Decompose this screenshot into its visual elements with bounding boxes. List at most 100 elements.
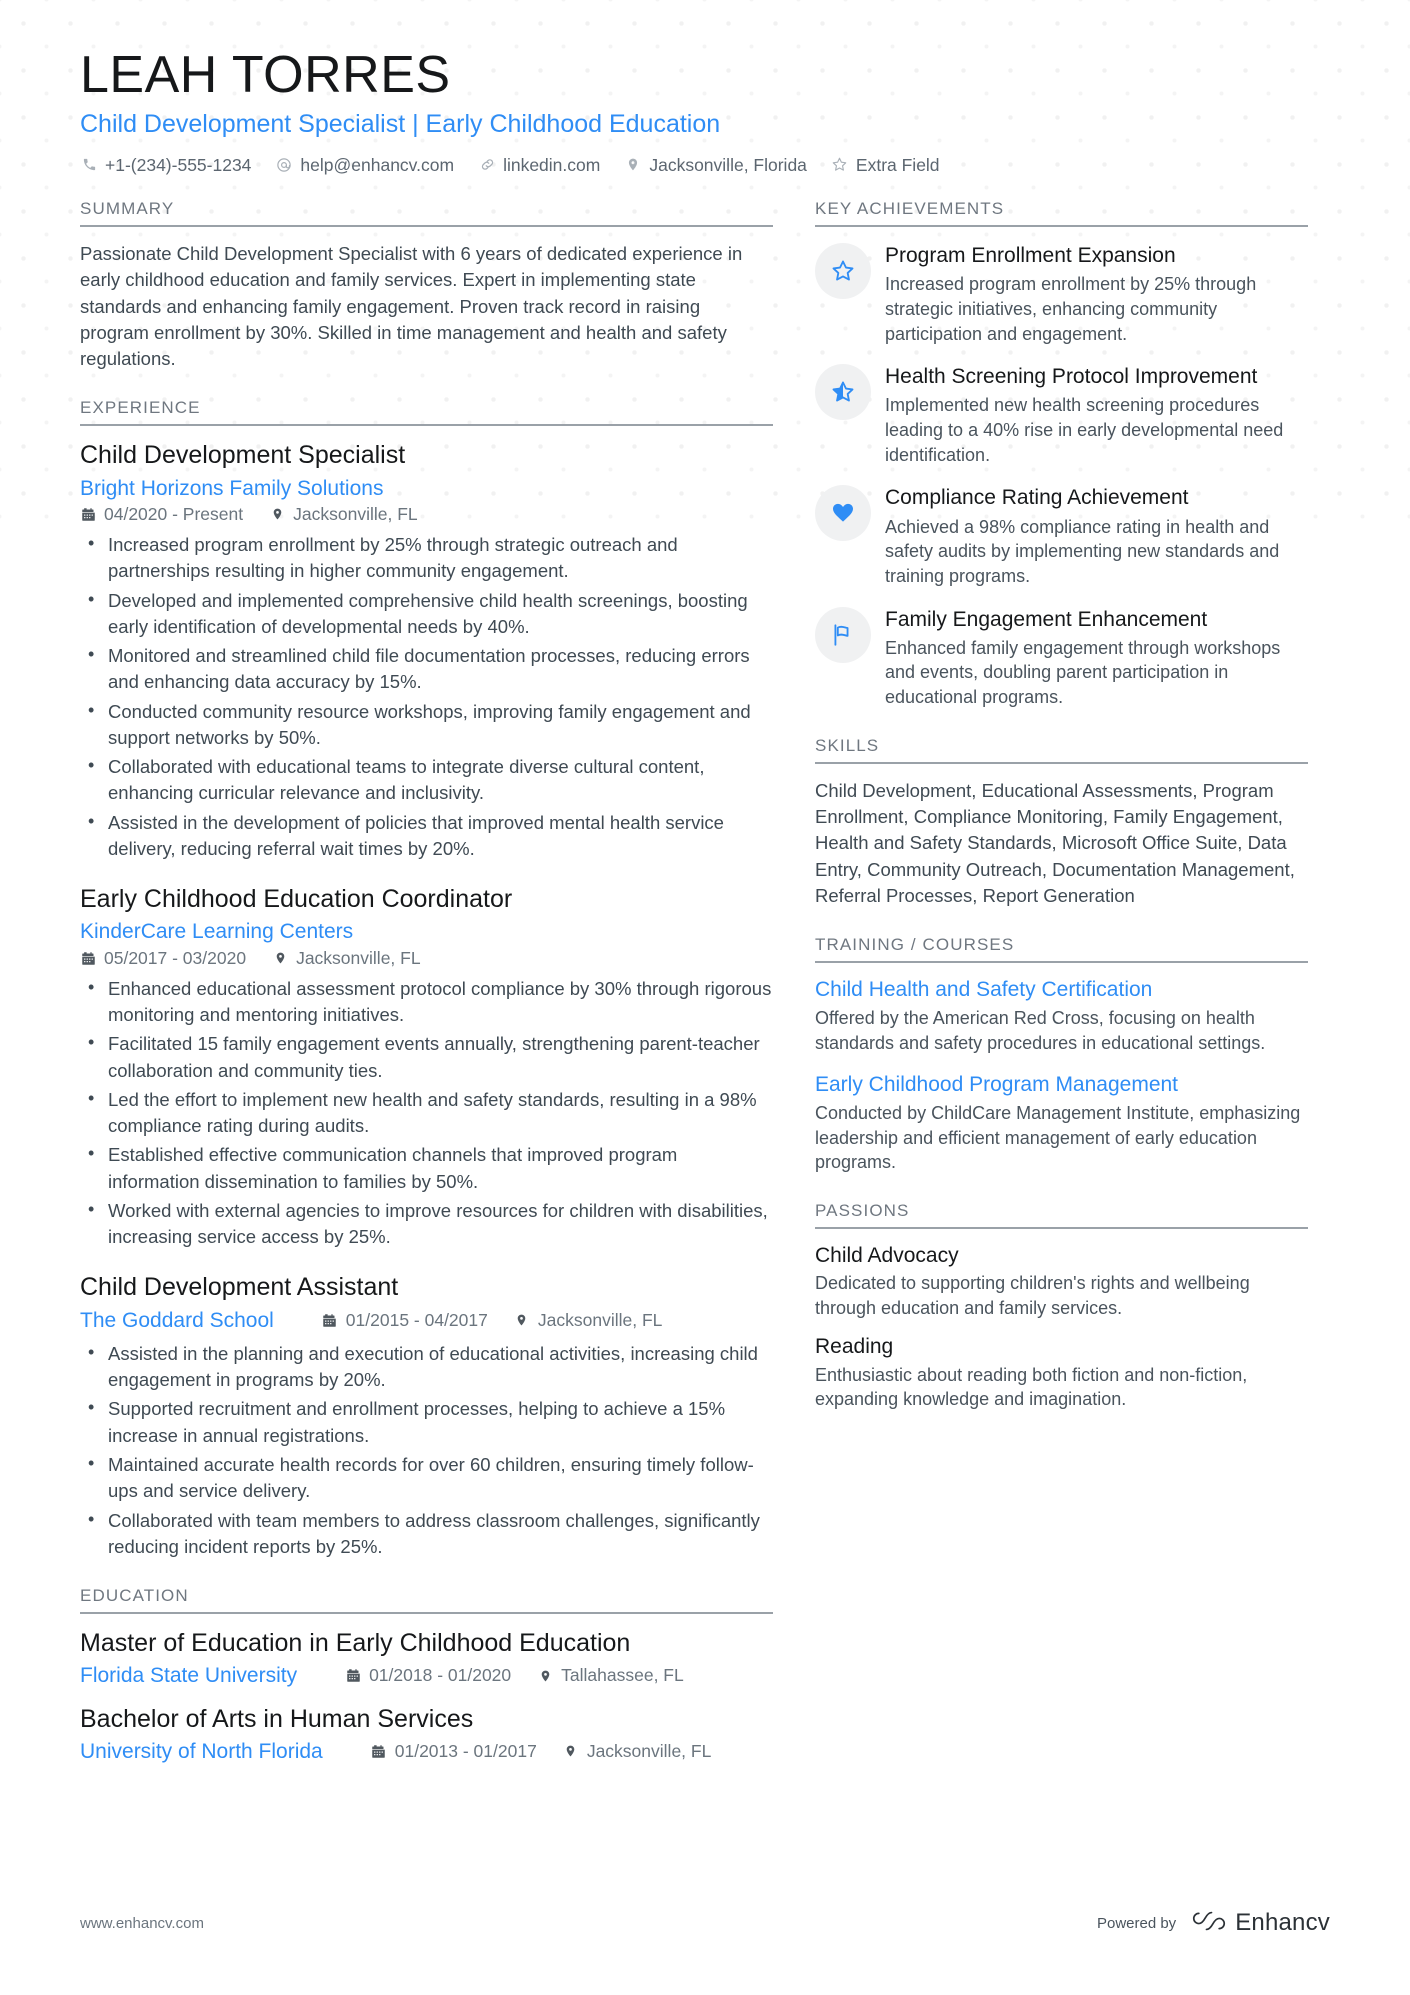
left-column: SUMMARY Passionate Child Development Spe…	[80, 199, 815, 1791]
job-dates-text: 05/2017 - 03/2020	[104, 947, 247, 968]
contact-row: +1-(234)-555-1234 help@enhancv.com linke…	[80, 153, 1330, 178]
job-dates: 01/2015 - 04/2017	[322, 1310, 488, 1331]
education-school[interactable]: Florida State University	[80, 1662, 297, 1689]
education-section-title: EDUCATION	[80, 1586, 773, 1615]
contact-email[interactable]: help@enhancv.com	[275, 153, 454, 178]
passion-name: Reading	[815, 1335, 894, 1359]
achievement-description: Increased program enrollment by 25% thro…	[885, 274, 1257, 344]
enhancv-mark-icon	[1192, 1910, 1226, 1937]
calendar-icon	[80, 949, 96, 967]
job-meta: 04/2020 - Present Jacksonville, FL	[80, 504, 773, 525]
job-bullet: Assisted in the planning and execution o…	[88, 1340, 773, 1394]
job-bullets: Enhanced educational assessment protocol…	[80, 975, 773, 1251]
education-location: Tallahassee, FL	[537, 1665, 684, 1686]
training-name[interactable]: Child Health and Safety Certification	[815, 977, 1308, 1003]
job-bullet: Assisted in the development of policies …	[88, 809, 773, 863]
page-footer: www.enhancv.com Powered by Enhancv	[80, 1909, 1330, 1937]
experience-section-title: EXPERIENCE	[80, 398, 773, 427]
experience-item: Child Development Specialist Bright Hori…	[80, 440, 773, 862]
job-bullet: Increased program enrollment by 25% thro…	[88, 531, 773, 585]
location-pin-icon	[537, 1667, 553, 1685]
achievement-badge	[815, 606, 871, 663]
location-pin-icon	[563, 1742, 579, 1760]
phone-icon	[80, 156, 98, 174]
passion-item: Reading Enthusiastic about reading both …	[815, 1334, 1308, 1412]
experience-section: EXPERIENCE Child Development Specialist …	[80, 398, 773, 1560]
location-pin-icon	[272, 949, 288, 967]
job-bullet: Monitored and streamlined child file doc…	[88, 642, 773, 696]
email-icon	[275, 156, 293, 174]
calendar-icon	[345, 1667, 361, 1685]
education-meta: University of North Florida 01/2013 - 01…	[80, 1738, 773, 1765]
contact-linkedin-text: linkedin.com	[503, 154, 601, 175]
job-role: Child Development Specialist	[80, 441, 406, 470]
training-name[interactable]: Early Childhood Program Management	[815, 1072, 1308, 1098]
contact-linkedin[interactable]: linkedin.com	[478, 153, 600, 178]
achievement-item: Family Engagement Enhancement Enhanced f…	[815, 605, 1308, 710]
location-pin-icon	[514, 1311, 530, 1329]
candidate-name: LEAH TORRES	[80, 46, 451, 104]
education-school[interactable]: University of North Florida	[80, 1738, 323, 1765]
passion-item: Child Advocacy Dedicated to supporting c…	[815, 1243, 1308, 1321]
passion-name: Child Advocacy	[815, 1243, 959, 1267]
star-half-icon	[830, 379, 856, 405]
job-bullet: Enhanced educational assessment protocol…	[88, 975, 773, 1029]
education-dates-text: 01/2013 - 01/2017	[394, 1740, 537, 1761]
achievement-item: Compliance Rating Achievement Achieved a…	[815, 483, 1308, 588]
star-outline-icon	[831, 156, 849, 174]
job-bullet: Maintained accurate health records for o…	[88, 1451, 773, 1505]
calendar-icon	[371, 1742, 387, 1760]
contact-location-text: Jacksonville, Florida	[649, 154, 807, 175]
education-item: Bachelor of Arts in Human Services Unive…	[80, 1704, 773, 1766]
achievement-badge	[815, 243, 871, 300]
job-company[interactable]: KinderCare Learning Centers	[80, 918, 773, 945]
job-bullet: Worked with external agencies to improve…	[88, 1197, 773, 1251]
achievement-description: Achieved a 98% compliance rating in heal…	[885, 516, 1280, 586]
job-location-text: Jacksonville, FL	[293, 503, 418, 524]
achievement-description: Enhanced family engagement through works…	[885, 637, 1281, 708]
passions-section: PASSIONS Child Advocacy Dedicated to sup…	[815, 1201, 1308, 1412]
education-meta: Florida State University 01/2018 - 01/20…	[80, 1662, 773, 1689]
achievement-item: Program Enrollment Expansion Increased p…	[815, 241, 1308, 346]
contact-phone[interactable]: +1-(234)-555-1234	[80, 153, 251, 178]
education-item: Master of Education in Early Childhood E…	[80, 1628, 773, 1690]
education-location-text: Tallahassee, FL	[561, 1665, 684, 1686]
job-location: Jacksonville, FL	[272, 948, 421, 969]
training-section-title: TRAINING / COURSES	[815, 935, 1308, 964]
resume-header: LEAH TORRES Child Development Specialist…	[80, 0, 1330, 177]
job-company[interactable]: Bright Horizons Family Solutions	[80, 475, 773, 502]
summary-section: SUMMARY Passionate Child Development Spe…	[80, 199, 773, 372]
achievement-badge	[815, 485, 871, 542]
candidate-headline: Child Development Specialist | Early Chi…	[80, 109, 721, 138]
achievement-description: Implemented new health screening procedu…	[885, 395, 1284, 465]
job-dates-text: 04/2020 - Present	[104, 503, 244, 524]
achievement-item: Health Screening Protocol Improvement Im…	[815, 362, 1308, 467]
job-meta: 05/2017 - 03/2020 Jacksonville, FL	[80, 948, 773, 969]
training-item: Early Childhood Program Management Condu…	[815, 1072, 1308, 1175]
job-role: Child Development Assistant	[80, 1273, 399, 1302]
achievement-title: Program Enrollment Expansion	[885, 244, 1176, 268]
job-company[interactable]: The Goddard School	[80, 1307, 274, 1334]
resume-page: LEAH TORRES Child Development Specialist…	[0, 0, 1410, 1995]
enhancv-logo: Enhancv	[1192, 1909, 1330, 1937]
passion-description: Dedicated to supporting children's right…	[815, 1273, 1250, 1318]
enhancv-wordmark: Enhancv	[1235, 1909, 1330, 1936]
job-bullet: Led the effort to implement new health a…	[88, 1086, 773, 1140]
training-item: Child Health and Safety Certification Of…	[815, 977, 1308, 1056]
summary-text: Passionate Child Development Specialist …	[80, 243, 743, 370]
calendar-icon	[322, 1311, 338, 1329]
job-meta: The Goddard School 01/2015 - 04/2017 Jac…	[80, 1307, 773, 1334]
job-bullet: Facilitated 15 family engagement events …	[88, 1030, 773, 1084]
education-degree: Bachelor of Arts in Human Services	[80, 1704, 474, 1733]
job-dates-text: 01/2015 - 04/2017	[345, 1309, 488, 1330]
powered-by-label: Powered by	[1096, 1914, 1177, 1932]
location-pin-icon	[269, 505, 285, 523]
training-description: Conducted by ChildCare Management Instit…	[815, 1102, 1301, 1173]
job-location: Jacksonville, FL	[514, 1310, 662, 1331]
link-icon	[478, 156, 496, 174]
contact-location: Jacksonville, Florida	[624, 153, 807, 178]
education-dates-text: 01/2018 - 01/2020	[369, 1665, 512, 1686]
job-bullet: Developed and implemented comprehensive …	[88, 587, 773, 641]
job-location: Jacksonville, FL	[269, 504, 418, 525]
footer-url[interactable]: www.enhancv.com	[80, 1915, 204, 1932]
